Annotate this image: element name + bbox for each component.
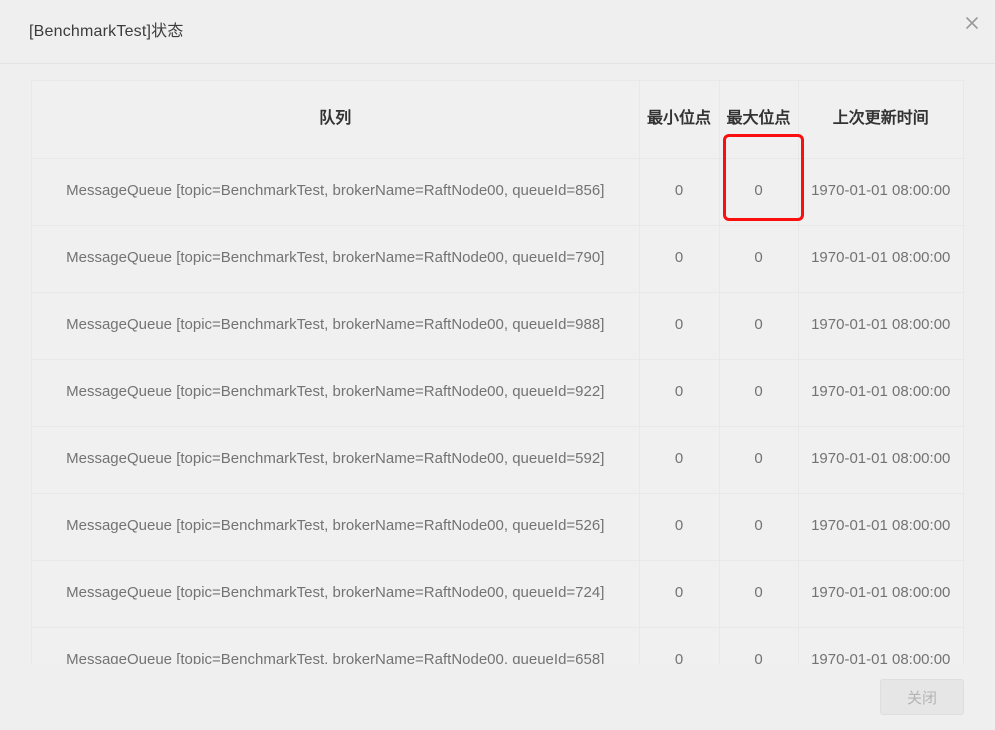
table-row[interactable]: MessageQueue [topic=BenchmarkTest, broke… [32,627,963,664]
cell-queue: MessageQueue [topic=BenchmarkTest, broke… [32,493,640,561]
cell-min-offset: 0 [639,359,720,427]
close-button[interactable]: 关闭 [880,679,964,715]
dialog-header: [BenchmarkTest]状态 [0,0,995,64]
cell-queue: MessageQueue [topic=BenchmarkTest, broke… [32,560,640,628]
cell-queue: MessageQueue [topic=BenchmarkTest, broke… [32,627,640,664]
cell-last-update: 1970-01-01 08:00:00 [798,225,963,293]
cell-max-offset: 0 [719,627,799,664]
cell-last-update: 1970-01-01 08:00:00 [798,560,963,628]
table-body: MessageQueue [topic=BenchmarkTest, broke… [32,158,963,664]
dialog-footer: 关闭 [0,664,995,730]
cell-last-update: 1970-01-01 08:00:00 [798,359,963,427]
table-row[interactable]: MessageQueue [topic=BenchmarkTest, broke… [32,225,963,293]
table-row[interactable]: MessageQueue [topic=BenchmarkTest, broke… [32,359,963,427]
dialog-body: 队列 最小位点 最大位点 上次更新时间 MessageQueue [topic=… [0,64,995,664]
column-header-min-offset: 最小位点 [639,81,720,159]
cell-last-update: 1970-01-01 08:00:00 [798,426,963,494]
cell-max-offset: 0 [719,292,799,360]
cell-max-offset: 0 [719,158,799,226]
table-row[interactable]: MessageQueue [topic=BenchmarkTest, broke… [32,426,963,494]
queue-status-table: 队列 最小位点 最大位点 上次更新时间 MessageQueue [topic=… [32,81,963,664]
queue-table-container[interactable]: 队列 最小位点 最大位点 上次更新时间 MessageQueue [topic=… [31,80,964,664]
cell-min-offset: 0 [639,292,720,360]
cell-min-offset: 0 [639,225,720,293]
cell-max-offset: 0 [719,225,799,293]
cell-max-offset: 0 [719,426,799,494]
cell-last-update: 1970-01-01 08:00:00 [798,292,963,360]
column-header-max-offset: 最大位点 [719,81,799,159]
cell-last-update: 1970-01-01 08:00:00 [798,627,963,664]
cell-min-offset: 0 [639,493,720,561]
cell-max-offset: 0 [719,493,799,561]
table-row[interactable]: MessageQueue [topic=BenchmarkTest, broke… [32,292,963,360]
cell-min-offset: 0 [639,627,720,664]
cell-last-update: 1970-01-01 08:00:00 [798,158,963,226]
cell-queue: MessageQueue [topic=BenchmarkTest, broke… [32,225,640,293]
cell-min-offset: 0 [639,560,720,628]
table-row[interactable]: MessageQueue [topic=BenchmarkTest, broke… [32,493,963,561]
cell-max-offset: 0 [719,359,799,427]
column-header-last-update: 上次更新时间 [798,81,963,159]
cell-min-offset: 0 [639,158,720,226]
table-row[interactable]: MessageQueue [topic=BenchmarkTest, broke… [32,560,963,628]
dialog-title: [BenchmarkTest]状态 [29,22,184,40]
table-header-row: 队列 最小位点 最大位点 上次更新时间 [32,81,963,159]
cell-min-offset: 0 [639,426,720,494]
close-icon[interactable] [955,6,989,40]
column-header-queue: 队列 [32,81,640,159]
table-row[interactable]: MessageQueue [topic=BenchmarkTest, broke… [32,158,963,226]
cell-queue: MessageQueue [topic=BenchmarkTest, broke… [32,426,640,494]
cell-queue: MessageQueue [topic=BenchmarkTest, broke… [32,359,640,427]
cell-queue: MessageQueue [topic=BenchmarkTest, broke… [32,292,640,360]
cell-queue: MessageQueue [topic=BenchmarkTest, broke… [32,158,640,226]
status-dialog: [BenchmarkTest]状态 队列 最小位点 最大位点 上次更新时间 Me… [0,0,995,730]
cell-max-offset: 0 [719,560,799,628]
cell-last-update: 1970-01-01 08:00:00 [798,493,963,561]
